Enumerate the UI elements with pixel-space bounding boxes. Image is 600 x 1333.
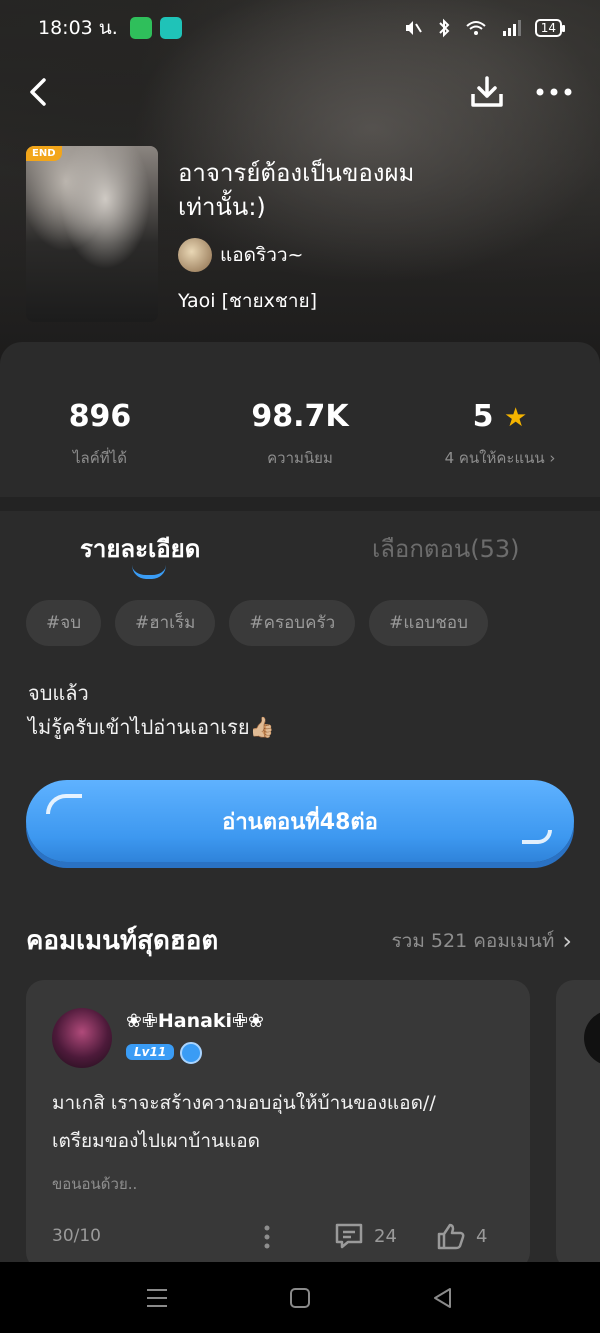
comment-date: 30/10 [52, 1226, 101, 1246]
rating-label: 4 คนให้คะแนน [444, 449, 545, 467]
system-navigation-bar [0, 1262, 600, 1333]
status-time: 18:03 น. [38, 17, 118, 39]
tag-chip[interactable]: #แอบชอบ [369, 600, 488, 646]
description-line: ไม่รู้ครับเข้าไปอ่านเอาเรย👍🏼 [28, 715, 275, 739]
hot-comments-title: คอมเมนท์สุดฮอต [26, 926, 219, 956]
comment-text: มาเกสิ เราจะสร้างความอบอุ่นให้บ้านของแอด… [52, 1092, 436, 1152]
button-shine [46, 794, 82, 814]
chevron-right-icon: › [549, 449, 556, 467]
commenter-avatar[interactable] [52, 1008, 112, 1068]
wifi-icon [466, 21, 486, 35]
line-app-icon [129, 17, 152, 39]
reply-count: 24 [374, 1225, 397, 1247]
tag-chip[interactable]: #จบ [26, 600, 101, 646]
chevron-right-icon: › [562, 927, 572, 955]
comments-total: รวม 521 คอมเมนท์ [391, 930, 555, 952]
next-comment-card[interactable] [556, 980, 600, 1270]
rating-value: 5 [472, 399, 494, 434]
download-icon[interactable] [468, 72, 506, 112]
tag-chip[interactable]: #ครอบครัว [229, 600, 356, 646]
likes-stat: 896 ไลค์ที่ได้ [0, 396, 200, 470]
button-shine [522, 830, 552, 844]
active-tab-indicator [132, 565, 166, 579]
top-navigation [0, 70, 600, 114]
rating-stat[interactable]: 5 ★ 4 คนให้คะแนน › [400, 396, 600, 470]
like-button[interactable]: 4 [436, 1222, 487, 1250]
tab-bar: รายละเอียด เลือกตอน(53) [0, 511, 600, 591]
chat-app-icon [159, 17, 182, 39]
description: จบแล้ว ไม่รู้ครับเข้าไปอ่านเอาเรย👍🏼 [28, 676, 274, 744]
star-icon: ★ [504, 403, 528, 433]
diamond-badge-icon [180, 1042, 202, 1064]
popularity-value: 98.7K [251, 399, 349, 434]
book-cover: END [26, 146, 158, 322]
end-badge: END [26, 146, 62, 161]
continue-reading-button[interactable]: อ่านตอนที่48ต่อ [26, 780, 574, 862]
author-link[interactable]: แอดริวว~ [178, 238, 303, 272]
book-title: อาจารย์ต้องเป็นของผมเท่านั้น:) [178, 159, 415, 221]
signal-icon [502, 20, 521, 36]
back-nav-icon[interactable] [428, 1284, 458, 1312]
back-icon[interactable] [24, 72, 54, 112]
author-avatar [178, 238, 212, 272]
stats-row: 896 ไลค์ที่ได้ 98.7K ความนิยม 5 ★ 4 คนให… [0, 342, 600, 497]
popularity-label: ความนิยม [267, 449, 333, 467]
author-name: แอดริวว~ [220, 244, 304, 266]
thumbs-up-icon [437, 1223, 465, 1250]
section-divider [0, 497, 600, 511]
tab-episodes[interactable]: เลือกตอน(53) [372, 529, 520, 568]
continue-reading-label: อ่านตอนที่48ต่อ [222, 809, 378, 835]
commenter-name[interactable]: ❀✙Hanaki✙❀ [126, 1010, 264, 1032]
popularity-stat: 98.7K ความนิยม [200, 396, 400, 470]
book-genre: Yaoi [ชายxชาย] [178, 290, 318, 312]
tab-details[interactable]: รายละเอียด [80, 529, 200, 568]
detail-sheet: 896 ไลค์ที่ได้ 98.7K ความนิยม 5 ★ 4 คนให… [0, 342, 600, 1270]
comment-card[interactable]: ❀✙Hanaki✙❀ Lv11 มาเกสิ เราจะสร้างความอบอ… [26, 980, 530, 1270]
likes-label: ไลค์ที่ได้ [73, 449, 127, 467]
level-badge: Lv11 [126, 1044, 175, 1060]
description-line: จบแล้ว [28, 681, 89, 705]
reply-button[interactable]: 24 [334, 1222, 397, 1250]
reply-preview[interactable]: ขอนอนด้วย.. [52, 1172, 137, 1196]
like-count: 4 [476, 1225, 488, 1247]
battery-indicator: 14 [534, 19, 566, 37]
home-icon[interactable] [285, 1284, 315, 1312]
bluetooth-icon [439, 18, 450, 38]
status-bar: 18:03 น. 14 [0, 0, 600, 56]
mute-icon [405, 21, 422, 35]
tag-list: #จบ #ฮาเร็ม #ครอบครัว #แอบชอบ [26, 600, 488, 646]
menu-icon[interactable] [142, 1284, 172, 1312]
likes-value: 896 [68, 399, 132, 434]
more-options-icon[interactable] [534, 72, 574, 112]
comment-icon [335, 1223, 363, 1249]
more-vertical-icon[interactable] [260, 1224, 274, 1250]
commenter-avatar [584, 1010, 600, 1066]
tag-chip[interactable]: #ฮาเร็ม [115, 600, 216, 646]
all-comments-link[interactable]: รวม 521 คอมเมนท์ › [391, 926, 572, 956]
